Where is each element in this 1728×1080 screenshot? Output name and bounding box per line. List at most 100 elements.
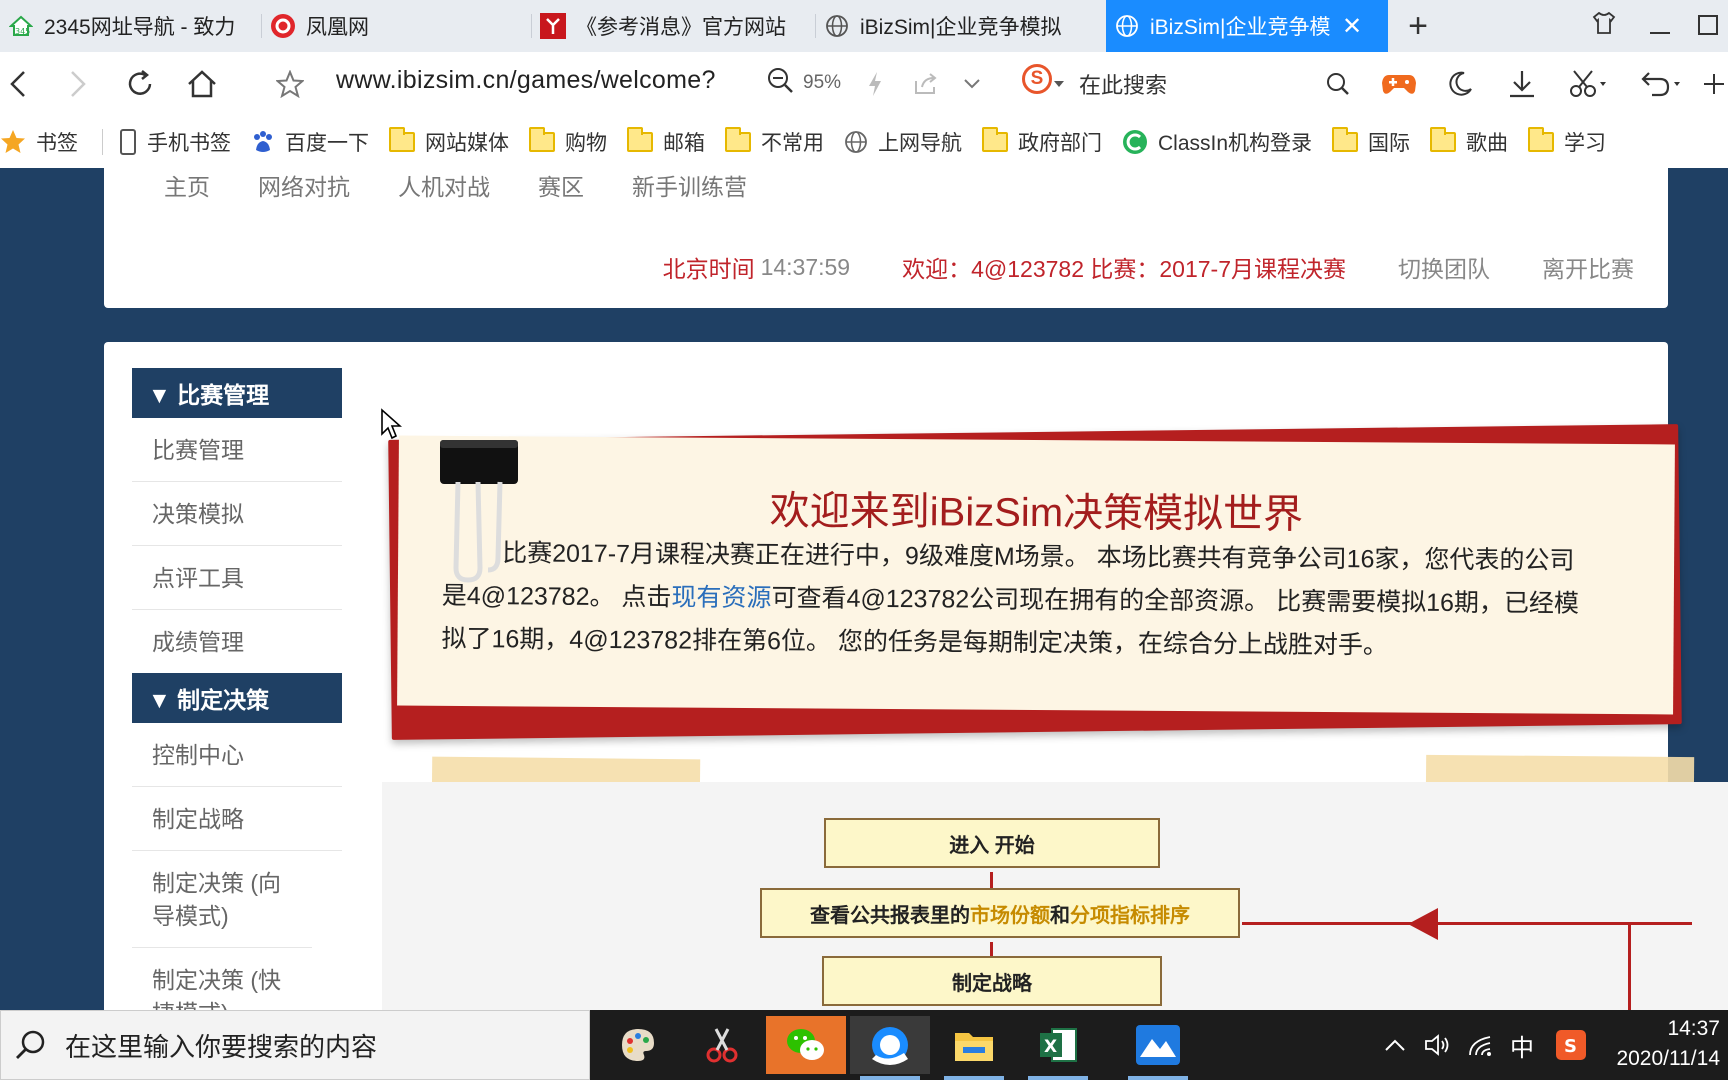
- nav-home[interactable]: 主页: [164, 168, 210, 200]
- taskbar-search-box[interactable]: 在这里输入你要搜索的内容: [0, 1010, 590, 1080]
- ime-indicator[interactable]: 中: [1510, 1028, 1534, 1063]
- tab-2345[interactable]: 345 2345网址导航 - 致力: [0, 0, 262, 52]
- engine-dropdown-icon[interactable]: [1052, 74, 1066, 94]
- sogou-ime-icon[interactable]: S: [1556, 1030, 1586, 1060]
- zoom-level[interactable]: 95%: [803, 72, 841, 94]
- nav-division[interactable]: 赛区: [538, 168, 584, 200]
- sidebar-item-control-center[interactable]: 控制中心: [132, 723, 342, 787]
- shirt-skin-icon[interactable]: [1576, 11, 1632, 42]
- nav-online-battle[interactable]: 网络对抗: [258, 168, 350, 200]
- taskbar-explorer-app[interactable]: [934, 1016, 1014, 1080]
- lightning-icon[interactable]: [860, 60, 890, 108]
- bookmark-folder-gov[interactable]: 政府部门: [982, 127, 1102, 157]
- bookmark-divider: [102, 129, 103, 155]
- bookmark-classin[interactable]: ClassIn机构登录: [1122, 127, 1312, 157]
- nav-training-camp[interactable]: 新手训练营: [632, 168, 747, 200]
- bookmark-baidu[interactable]: 百度一下: [251, 127, 369, 157]
- sidebar-item-score-management[interactable]: 成绩管理: [132, 610, 342, 673]
- sidebar-item-decision-sim[interactable]: 决策模拟: [132, 482, 342, 546]
- bookmark-folder-uncommon[interactable]: 不常用: [725, 127, 824, 157]
- wifi-icon[interactable]: [1468, 1033, 1494, 1057]
- bookmark-star[interactable]: 书签: [0, 127, 78, 157]
- switch-team-link[interactable]: 切换团队: [1398, 250, 1490, 284]
- flow-step-view-reports[interactable]: 查看公共报表里的 市场份额和分项指标排序: [760, 888, 1240, 938]
- sidebar-item-strategy[interactable]: 制定战略: [132, 787, 342, 851]
- bookmark-folder-mail[interactable]: 邮箱: [627, 127, 705, 157]
- binder-clip-icon: [438, 438, 522, 591]
- undo-icon[interactable]: [1632, 60, 1688, 108]
- more-tools-icon[interactable]: [1700, 60, 1728, 108]
- refresh-icon[interactable]: [116, 60, 164, 108]
- resources-link[interactable]: 现有资源: [671, 583, 771, 612]
- taskbar-snipping-app[interactable]: [682, 1016, 762, 1074]
- tab-cankao[interactable]: 《参考消息》官方网站: [532, 0, 816, 52]
- close-tab-icon[interactable]: ✕: [1342, 12, 1362, 41]
- window-controls: [1576, 0, 1728, 52]
- star-icon: [0, 129, 26, 155]
- taskbar-browser-app[interactable]: [850, 1016, 930, 1080]
- forward-icon[interactable]: [54, 60, 102, 108]
- url-text[interactable]: www.ibizsim.cn/games/welcome?: [336, 66, 716, 95]
- scissors-icon: [706, 1028, 738, 1063]
- bookmark-folder-study[interactable]: 学习: [1528, 127, 1606, 157]
- back-icon[interactable]: [0, 60, 42, 108]
- tab-ifeng[interactable]: 凤凰网: [262, 0, 532, 52]
- zoom-out-icon[interactable]: [766, 66, 794, 99]
- sidebar: ▼ 比赛管理 比赛管理 决策模拟 点评工具 成绩管理 ▼ 制定决策 控制中心 制…: [132, 368, 342, 1010]
- sidebar-item-decision-quick[interactable]: 制定决策 (快捷模式): [132, 948, 312, 1010]
- download-icon[interactable]: [1502, 60, 1542, 108]
- svg-text:X: X: [1044, 1037, 1057, 1057]
- new-tab-button[interactable]: +: [1396, 0, 1440, 52]
- taskbar-date: 2020/11/14: [1616, 1047, 1720, 1070]
- flow-step-strategy[interactable]: 制定战略: [822, 956, 1162, 1006]
- sidebar-item-game-management[interactable]: 比赛管理: [132, 418, 342, 482]
- search-icon[interactable]: [1320, 60, 1356, 108]
- search-icon: [13, 1028, 47, 1062]
- taskbar-paint-app[interactable]: [598, 1016, 678, 1074]
- sidebar-section-make-decision[interactable]: ▼ 制定决策: [132, 673, 342, 723]
- search-input[interactable]: 在此搜索: [1079, 68, 1167, 100]
- flow-step-enter[interactable]: 进入 开始: [824, 818, 1160, 868]
- bookmark-folder-intl[interactable]: 国际: [1332, 127, 1410, 157]
- bookmark-folder-songs[interactable]: 歌曲: [1430, 127, 1508, 157]
- tab-label: iBizSim|企业竞争模拟: [1150, 16, 1330, 39]
- scissors-icon[interactable]: [1562, 60, 1614, 108]
- volume-icon[interactable]: [1424, 1033, 1452, 1057]
- sogou-search-icon[interactable]: S: [1022, 64, 1052, 94]
- chevron-down-icon[interactable]: [954, 60, 990, 108]
- chevron-up-icon[interactable]: [1384, 1038, 1406, 1052]
- folder-icon: [725, 127, 751, 152]
- sidebar-section-game-management[interactable]: ▼ 比赛管理: [132, 368, 342, 418]
- nav-human-vs-ai[interactable]: 人机对战: [398, 168, 490, 200]
- bookmark-mobile[interactable]: 手机书签: [119, 127, 231, 157]
- maximize-icon[interactable]: [1688, 11, 1728, 42]
- star-bookmark-icon[interactable]: [266, 60, 314, 108]
- sidebar-item-review-tools[interactable]: 点评工具: [132, 546, 342, 610]
- taskbar-excel-app[interactable]: X: [1018, 1016, 1098, 1080]
- beijing-time-label: 北京时间: [662, 256, 755, 282]
- baidu-icon: [251, 130, 275, 154]
- classin-icon: [1122, 129, 1148, 155]
- bookmark-label: 百度一下: [285, 132, 369, 155]
- taskbar-classin-app[interactable]: [1118, 1016, 1198, 1080]
- tab-ibizsim-active[interactable]: iBizSim|企业竞争模拟 ✕: [1106, 0, 1388, 52]
- bookmark-nav[interactable]: 上网导航: [844, 127, 962, 157]
- gamepad-icon[interactable]: [1378, 60, 1420, 108]
- taskbar-wechat-app[interactable]: [766, 1016, 846, 1074]
- bookmark-label: 手机书签: [147, 132, 231, 155]
- home-icon[interactable]: [178, 60, 226, 108]
- night-mode-icon[interactable]: [1440, 60, 1480, 108]
- tab-ibizsim-1[interactable]: iBizSim|企业竞争模拟: [816, 0, 1106, 52]
- minimize-icon[interactable]: [1632, 11, 1688, 42]
- bookmark-label: 歌曲: [1466, 132, 1509, 155]
- sidebar-item-decision-wizard[interactable]: 制定决策 (向导模式): [132, 851, 312, 948]
- taskbar-clock[interactable]: 14:37 2020/11/14: [1616, 1014, 1720, 1074]
- phoenix-icon: [270, 13, 296, 39]
- bookmark-label: 网站媒体: [425, 132, 509, 155]
- bookmark-folder-media[interactable]: 网站媒体: [389, 127, 509, 157]
- bookmark-folder-shopping[interactable]: 购物: [529, 127, 607, 157]
- folder-icon: [529, 127, 555, 152]
- leave-game-link[interactable]: 离开比赛: [1542, 250, 1634, 284]
- share-icon[interactable]: [908, 60, 944, 108]
- wechat-icon: [787, 1029, 824, 1060]
